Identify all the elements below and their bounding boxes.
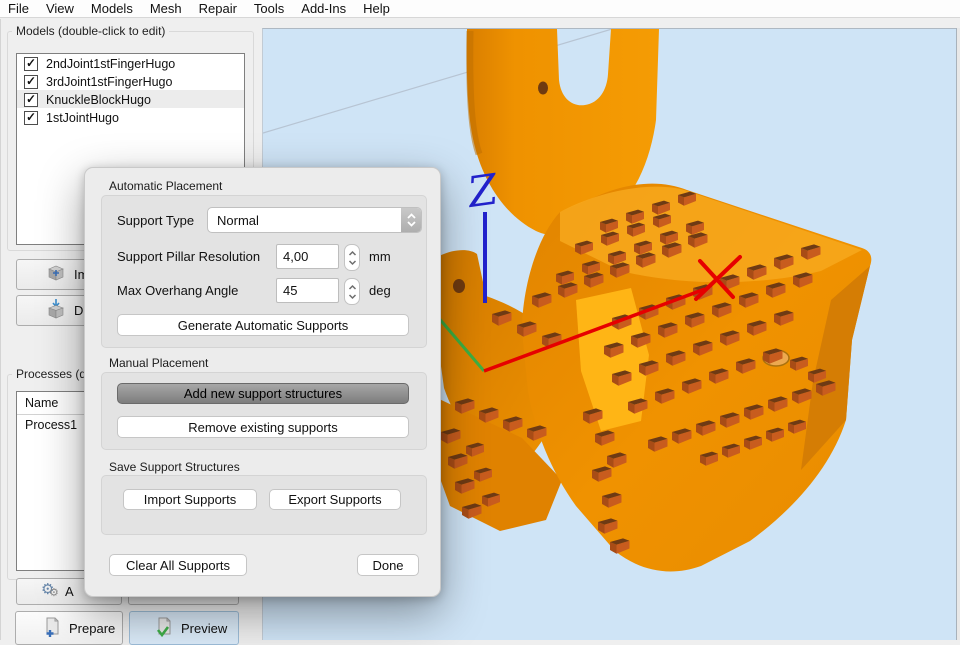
pillar-resolution-label: Support Pillar Resolution (117, 249, 261, 264)
check-icon: ✓ (25, 109, 37, 124)
add-support-structures-button[interactable]: Add new support structures (117, 383, 409, 404)
support-structures-dialog: Automatic Placement Support Type Normal … (84, 167, 441, 597)
menu-tools[interactable]: Tools (254, 1, 295, 16)
max-overhang-label: Max Overhang Angle (117, 283, 239, 298)
menu-bar: File View Models Mesh Repair Tools Add-I… (0, 0, 960, 18)
model-name: 2ndJoint1stFingerHugo (46, 56, 176, 71)
menu-view[interactable]: View (46, 1, 85, 16)
preview-doc-icon (154, 616, 174, 641)
add-process-label: A (65, 584, 74, 599)
viewport-right-edge (956, 28, 960, 640)
max-overhang-input[interactable]: 45 (276, 278, 339, 303)
model-row[interactable]: ✓ 2ndJoint1stFingerHugo (17, 54, 244, 72)
menu-models[interactable]: Models (91, 1, 144, 16)
clear-all-supports-button[interactable]: Clear All Supports (109, 554, 247, 576)
generate-automatic-supports-button[interactable]: Generate Automatic Supports (117, 314, 409, 336)
pillar-resolution-stepper[interactable] (344, 244, 360, 271)
application-window: File View Models Mesh Repair Tools Add-I… (0, 0, 960, 645)
check-icon: ✓ (25, 91, 37, 106)
pillar-resolution-unit: mm (369, 249, 391, 264)
import-cube-icon (45, 263, 67, 286)
check-icon: ✓ (25, 73, 37, 88)
menu-mesh[interactable]: Mesh (150, 1, 193, 16)
pillar-resolution-input[interactable]: 4,00 (276, 244, 339, 269)
export-supports-button[interactable]: Export Supports (269, 489, 401, 510)
menu-repair[interactable]: Repair (199, 1, 248, 16)
model-row[interactable]: ✓ KnuckleBlockHugo (17, 90, 244, 108)
save-supports-section-label: Save Support Structures (109, 460, 240, 474)
support-type-label: Support Type (117, 213, 195, 228)
model-row[interactable]: ✓ 1stJointHugo (17, 108, 244, 126)
model-checkbox[interactable]: ✓ (24, 73, 38, 89)
max-overhang-unit: deg (369, 283, 391, 298)
model-name: 1stJointHugo (46, 110, 119, 125)
drop-cube-icon (45, 298, 67, 323)
prepare-label: Prepare (69, 620, 116, 636)
preview-label: Preview (181, 620, 228, 636)
menu-add-ins[interactable]: Add-Ins (301, 1, 357, 16)
select-stepper-icon[interactable] (401, 208, 421, 232)
automatic-placement-section-label: Automatic Placement (109, 179, 223, 193)
model-checkbox[interactable]: ✓ (24, 109, 38, 125)
check-icon: ✓ (25, 55, 37, 70)
gears-icon: ⚙ ⚙ (41, 580, 59, 599)
model-checkbox[interactable]: ✓ (24, 91, 38, 107)
max-overhang-stepper[interactable] (344, 278, 360, 305)
model-name: 3rdJoint1stFingerHugo (46, 74, 173, 89)
model-name: KnuckleBlockHugo (46, 92, 151, 107)
support-type-value: Normal (217, 212, 259, 228)
prepare-doc-icon (42, 616, 62, 641)
model-row[interactable]: ✓ 3rdJoint1stFingerHugo (17, 72, 244, 90)
support-type-select[interactable]: Normal (207, 207, 422, 233)
menu-help[interactable]: Help (363, 1, 401, 16)
import-supports-button[interactable]: Import Supports (123, 489, 257, 510)
models-panel-title: Models (double-click to edit) (12, 24, 170, 38)
menu-file[interactable]: File (8, 1, 40, 16)
remove-existing-supports-button[interactable]: Remove existing supports (117, 416, 409, 438)
model-checkbox[interactable]: ✓ (24, 55, 38, 71)
manual-placement-section-label: Manual Placement (109, 356, 209, 370)
done-button[interactable]: Done (357, 554, 419, 576)
